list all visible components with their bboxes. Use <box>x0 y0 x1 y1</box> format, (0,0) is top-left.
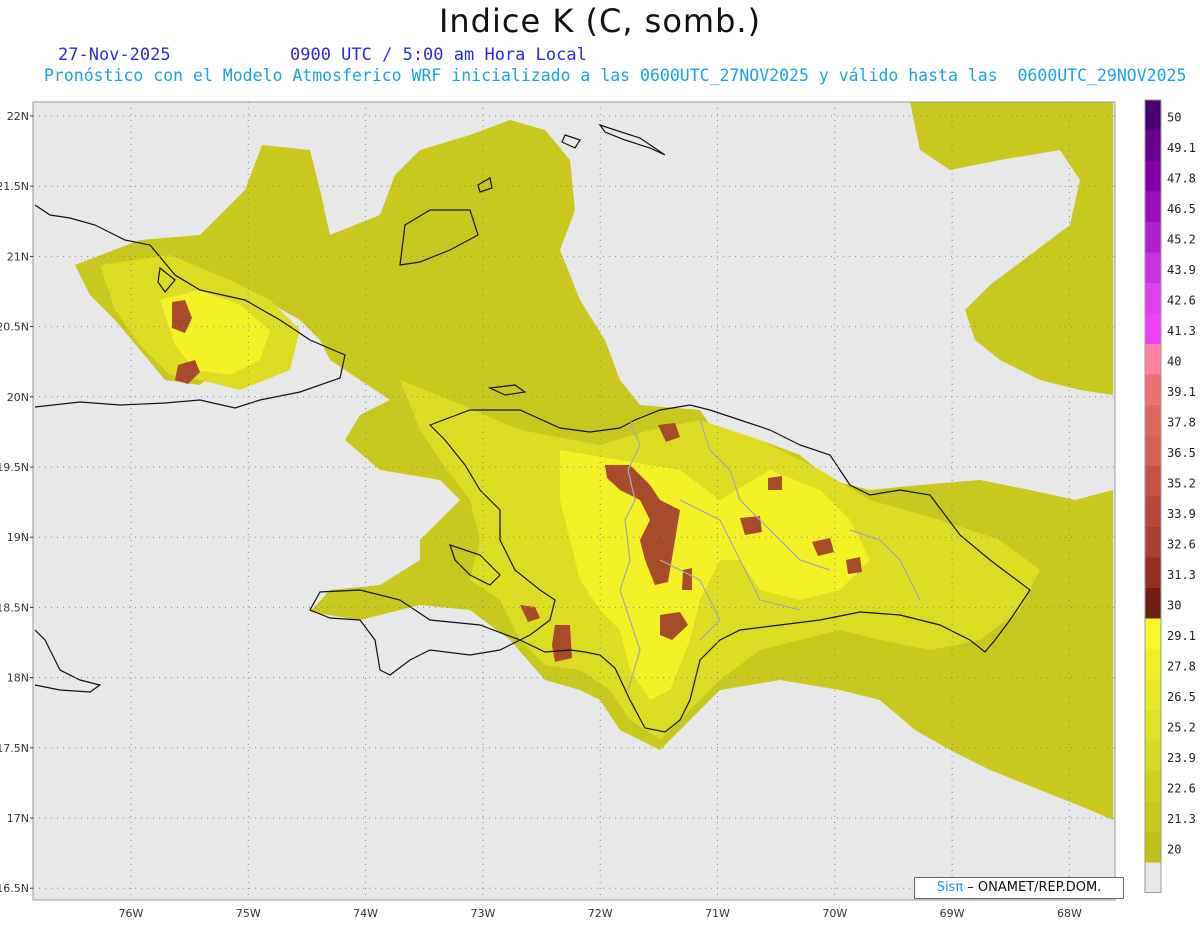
lat-label: 19.5N <box>0 461 29 474</box>
colorbar-label: 46.5 <box>1167 202 1196 216</box>
colorbar-label: 39.1 <box>1167 385 1196 399</box>
lat-label: 20.5N <box>0 321 29 334</box>
colorbar-label: 32.6 <box>1167 538 1196 552</box>
colorbar-swatch <box>1145 832 1161 863</box>
lon-label: 70W <box>822 907 847 920</box>
lon-label: 72W <box>588 907 613 920</box>
colorbar-label: 26.5 <box>1167 690 1196 704</box>
colorbar-swatch <box>1145 435 1161 466</box>
field-max-7 <box>552 625 572 662</box>
colorbar-label: 21.3 <box>1167 812 1196 826</box>
colorbar-label: 25.2 <box>1167 721 1196 735</box>
longitude-labels: 76W 75W 74W 73W 72W 71W 70W 69W 68W <box>119 907 1082 920</box>
lat-label: 19N <box>7 531 29 544</box>
colorbar-label: 40 <box>1167 355 1181 369</box>
colorbar-label: 31.3 <box>1167 568 1196 582</box>
colorbar-swatch <box>1145 740 1161 771</box>
colorbar-swatch <box>1145 649 1161 680</box>
colorbar-label: 22.6 <box>1167 782 1196 796</box>
colorbar-swatch <box>1145 344 1161 375</box>
lon-label: 69W <box>940 907 965 920</box>
colorbar-swatch <box>1145 710 1161 741</box>
colorbar-swatch <box>1145 374 1161 405</box>
lat-label: 21N <box>7 250 29 263</box>
colorbar-swatch <box>1145 588 1161 619</box>
lat-label: 20N <box>7 391 29 404</box>
colorbar-label: 43.9 <box>1167 263 1196 277</box>
colorbar-swatch <box>1145 252 1161 283</box>
colorbar-swatch <box>1145 130 1161 161</box>
colorbar-label: 20 <box>1167 843 1181 857</box>
colorbar-label: 35.2 <box>1167 477 1196 491</box>
colorbar: 50 49.1 47.8 46.5 45.2 43.9 42.6 41.3 40 39.1 37.8… <box>1144 99 1196 893</box>
colorbar-swatch <box>1145 222 1161 253</box>
colorbar-swatch <box>1145 283 1161 314</box>
colorbar-swatch <box>1145 100 1161 131</box>
lon-label: 73W <box>470 907 495 920</box>
colorbar-swatch <box>1145 313 1161 344</box>
colorbar-label: 47.8 <box>1167 172 1196 186</box>
field-max-11 <box>846 557 862 574</box>
lon-label: 76W <box>119 907 144 920</box>
credit-box: Sisπ – ONAMET/REP.DOM. <box>914 877 1124 899</box>
lat-label: 22N <box>7 110 29 123</box>
lon-label: 68W <box>1057 907 1082 920</box>
lon-label: 74W <box>353 907 378 920</box>
lon-label: 71W <box>705 907 730 920</box>
colorbar-swatch <box>1145 161 1161 192</box>
colorbar-swatch <box>1145 191 1161 222</box>
lat-label: 21.5N <box>0 180 29 193</box>
colorbar-label: 33.9 <box>1167 507 1196 521</box>
colorbar-swatch <box>1145 618 1161 649</box>
colorbar-label: 36.5 <box>1167 446 1196 460</box>
colorbar-label: 49.1 <box>1167 141 1196 155</box>
field-max-9 <box>768 476 782 490</box>
credit-text: – ONAMET/REP.DOM. <box>963 880 1102 895</box>
colorbar-label: 41.3 <box>1167 324 1196 338</box>
colorbar-label: 29.1 <box>1167 629 1196 643</box>
colorbar-swatch <box>1145 496 1161 527</box>
colorbar-swatch <box>1145 557 1161 588</box>
lat-label: 17N <box>7 812 29 825</box>
colorbar-swatch <box>1145 405 1161 436</box>
colorbar-label: 45.2 <box>1167 233 1196 247</box>
colorbar-swatch <box>1145 466 1161 497</box>
colorbar-swatch-below <box>1145 862 1161 893</box>
lat-label: 18.5N <box>0 601 29 614</box>
colorbar-swatch <box>1145 679 1161 710</box>
lat-label: 18N <box>7 672 29 685</box>
lon-label: 75W <box>236 907 261 920</box>
latitude-labels: 22N 21.5N 21N 20.5N 20N 19.5N 19N 18.5N 18N 17.5N… <box>0 110 33 895</box>
colorbar-swatch <box>1145 527 1161 558</box>
map-canvas: 22N 21.5N 21N 20.5N 20N 19.5N 19N 18.5N 18N 17.5N… <box>0 99 1196 920</box>
colorbar-label: 37.8 <box>1167 416 1196 430</box>
colorbar-swatch <box>1145 801 1161 832</box>
colorbar-swatch <box>1145 771 1161 802</box>
colorbar-label: 30 <box>1167 599 1181 613</box>
colorbar-label: 42.6 <box>1167 294 1196 308</box>
lat-label: 16.5N <box>0 882 29 895</box>
lat-label: 17.5N <box>0 742 29 755</box>
colorbar-label: 50 <box>1167 111 1181 125</box>
credit-brand: Sisπ <box>936 880 964 895</box>
colorbar-label: 27.8 <box>1167 660 1196 674</box>
colorbar-label: 23.9 <box>1167 751 1196 765</box>
